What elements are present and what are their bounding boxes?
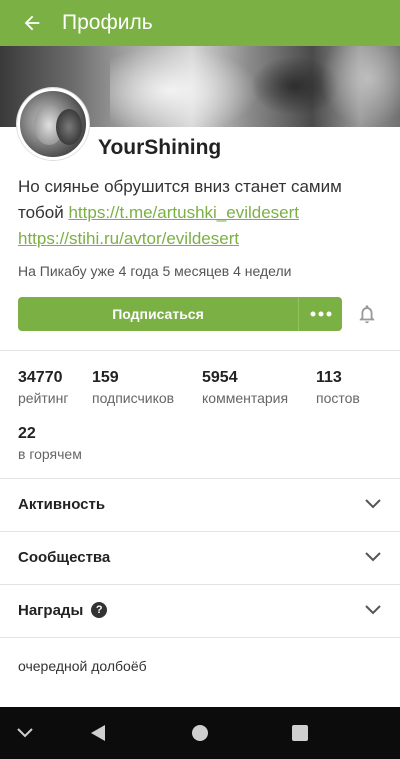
stat-posts[interactable]: 113 постов (316, 369, 360, 406)
stat-rating: 34770 рейтинг (18, 369, 69, 406)
back-arrow-icon[interactable] (18, 9, 46, 37)
telegram-link[interactable]: https://t.me/artushki_evildesert (68, 203, 299, 222)
username: YourShining (98, 136, 222, 159)
chevron-down-icon (365, 605, 381, 615)
help-icon[interactable]: ? (91, 602, 108, 618)
chevron-down-icon (365, 499, 381, 509)
stihi-link[interactable]: https://stihi.ru/avtor/evildesert (18, 229, 239, 248)
stat-comments[interactable]: 5954 комментария (202, 369, 288, 406)
stat-hot[interactable]: 22 в горячем (18, 425, 82, 462)
section-communities[interactable]: Сообщества (0, 531, 400, 583)
more-options-button[interactable] (298, 297, 342, 331)
recents-icon[interactable] (288, 707, 312, 759)
page-title: Профиль (62, 11, 153, 34)
profile-bio: Но сиянье обрушится вниз станет самим то… (18, 174, 388, 252)
member-since: На Пикабу уже 4 года 5 месяцев 4 недели (18, 263, 292, 279)
system-nav-bar (0, 707, 400, 759)
stat-subscribers[interactable]: 159 подписчиков (92, 369, 174, 406)
note-text: очередной долбоёб (18, 658, 147, 674)
bell-icon[interactable] (356, 303, 378, 325)
home-icon[interactable] (188, 707, 212, 759)
divider (0, 637, 400, 638)
divider (0, 350, 400, 351)
top-app-bar: Профиль (0, 0, 400, 46)
section-awards[interactable]: Награды? (0, 584, 400, 636)
avatar[interactable] (17, 88, 89, 160)
section-activity[interactable]: Активность (0, 478, 400, 530)
chevron-down-icon (365, 552, 381, 562)
back-icon[interactable] (86, 707, 110, 759)
chevron-down-icon[interactable] (10, 707, 40, 759)
dots-icon (310, 311, 331, 317)
subscribe-button[interactable]: Подписаться (18, 297, 298, 331)
